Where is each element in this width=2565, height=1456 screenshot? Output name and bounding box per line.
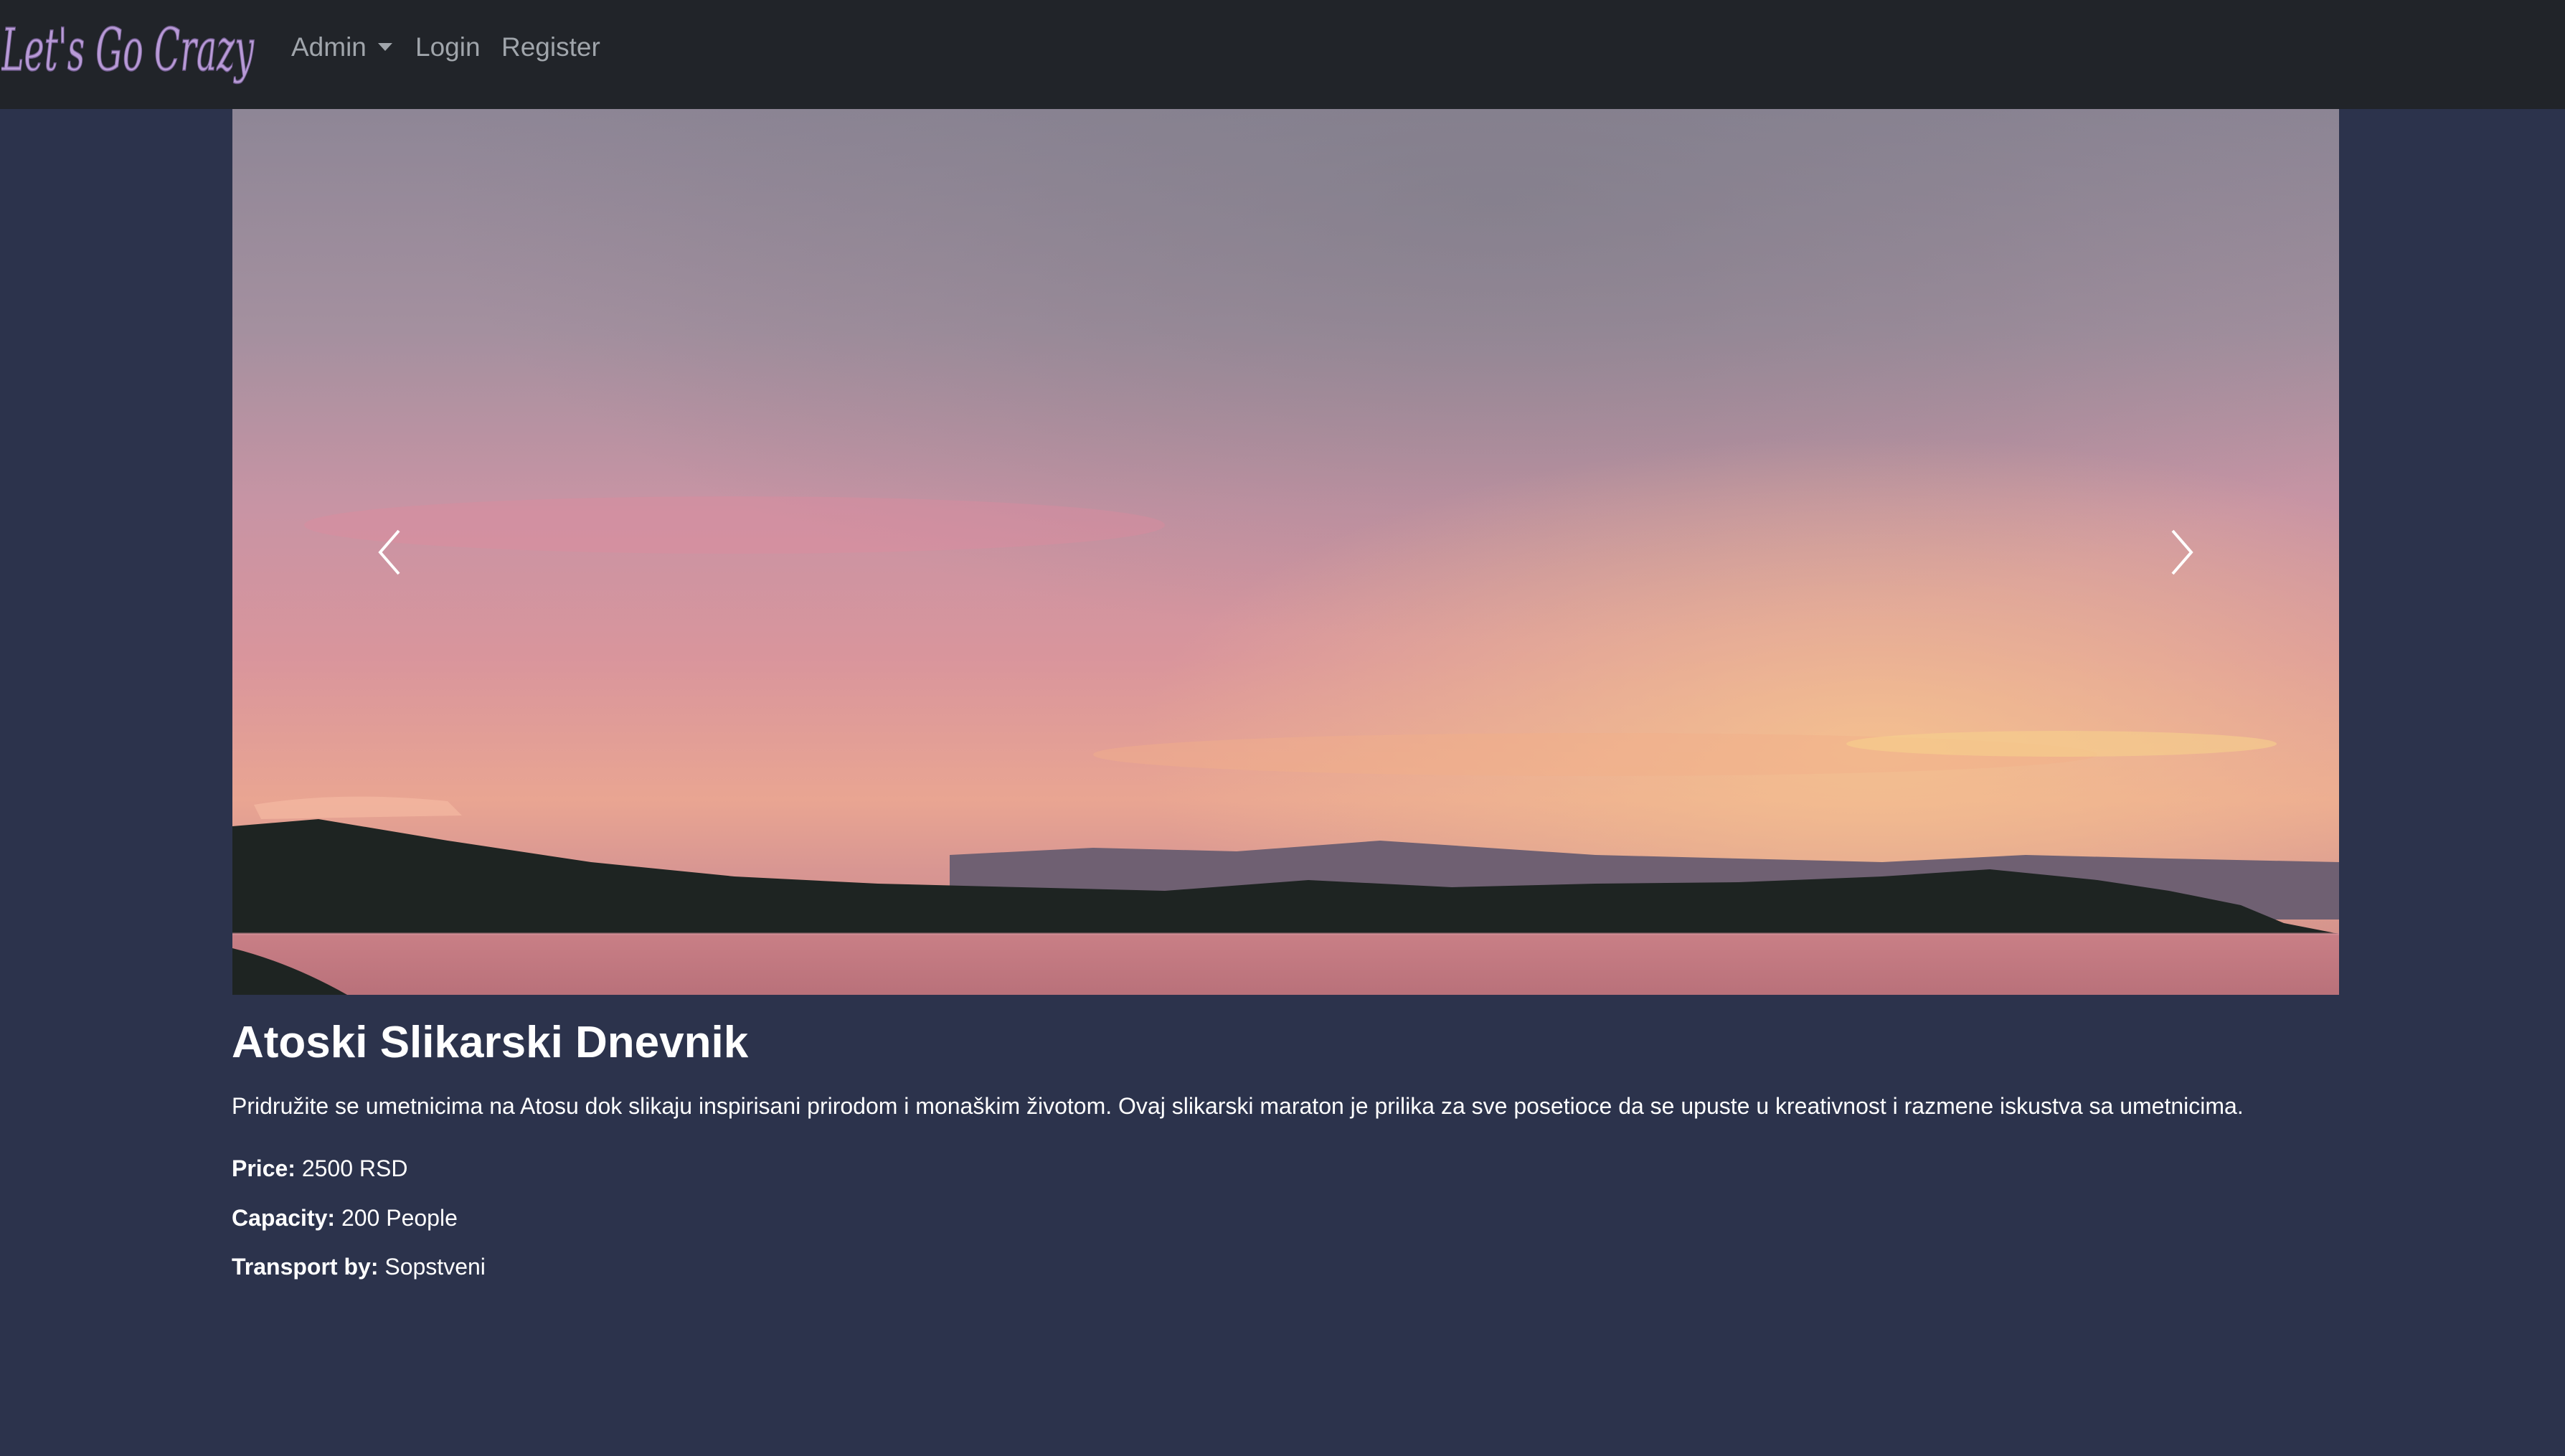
brand-logo-image: Let's Go Crazy [0, 16, 255, 85]
chevron-left-icon [378, 529, 400, 575]
caret-down-icon [377, 42, 392, 51]
nav-register-link[interactable]: Register [501, 30, 600, 65]
price-label: Price: [232, 1155, 296, 1181]
carousel-next-button[interactable] [2023, 109, 2339, 995]
capacity-detail: Capacity: 200 People [232, 1202, 458, 1234]
chevron-right-icon [2171, 529, 2193, 575]
image-carousel [232, 109, 2339, 995]
price-value: 2500 RSD [301, 1155, 408, 1181]
capacity-label: Capacity: [232, 1205, 336, 1231]
event-title: Atoski Slikarski Dnevnik [232, 1018, 749, 1067]
carousel-prev-button[interactable] [232, 109, 548, 995]
top-navbar: Let's Go Crazy Admin Login Register [0, 0, 2565, 109]
price-detail: Price: 2500 RSD [232, 1153, 407, 1184]
transport-value: Sopstveni [384, 1254, 486, 1280]
nav-admin-dropdown[interactable]: Admin [291, 30, 392, 65]
nav-admin-label: Admin [291, 32, 367, 62]
capacity-value: 200 People [341, 1205, 458, 1231]
transport-detail: Transport by: Sopstveni [232, 1251, 486, 1282]
transport-label: Transport by: [232, 1254, 379, 1280]
event-description: Pridružite se umetnicima na Atosu dok sl… [232, 1093, 2244, 1119]
brand-text: Let's Go Crazy [1, 16, 255, 85]
brand-logo[interactable]: Let's Go Crazy [0, 10, 257, 89]
nav-login-link[interactable]: Login [415, 30, 481, 65]
